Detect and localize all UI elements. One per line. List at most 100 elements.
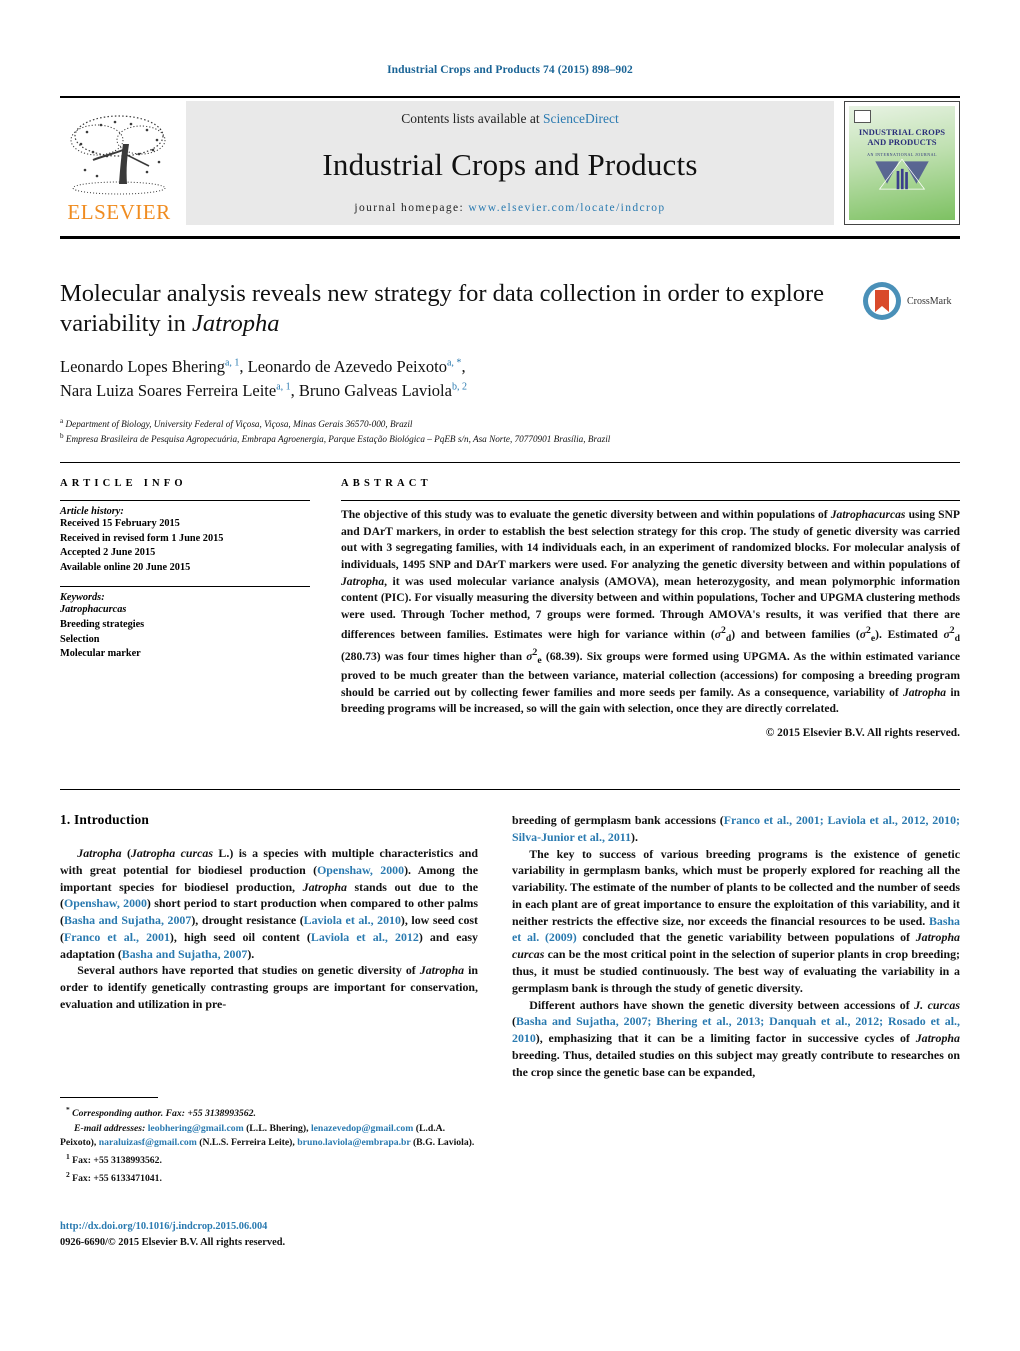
abstract-bottom-rule [60, 789, 960, 790]
abstract-seg: (280.73) was four times higher than [341, 649, 527, 663]
author-name[interactable]: Leonardo Lopes Bhering [60, 357, 225, 376]
keywords-rule [60, 586, 310, 588]
affiliation-text: Department of Biology, University Federa… [65, 418, 413, 429]
citation-link[interactable]: Laviola et al., 2010 [304, 913, 401, 927]
citation-link[interactable]: Basha and Sujatha, 2007 [122, 947, 248, 961]
email-owner: (B.G. Laviola). [412, 1137, 475, 1149]
homepage-url[interactable]: www.elsevier.com/locate/indcrop [468, 202, 665, 214]
paragraph: Several authors have reported that studi… [60, 962, 478, 1012]
author-name[interactable]: Bruno Galveas Laviola [299, 381, 452, 400]
footnote-marker: 2 [66, 1169, 70, 1179]
text-run: Several authors have reported that studi… [77, 963, 420, 978]
italic-term: Jatropha [419, 963, 465, 978]
affiliations: a Department of Biology, University Fede… [60, 416, 850, 448]
masthead-bottom-rule [60, 236, 960, 239]
email-link[interactable]: bruno.laviola@embrapa.br [297, 1137, 410, 1148]
author-name[interactable]: Leonardo de Azevedo Peixoto [248, 357, 447, 376]
abstract-copyright: © 2015 Elsevier B.V. All rights reserved… [765, 727, 960, 740]
crossmark-label: CrossMark [907, 295, 952, 307]
italic-term: Jatropha [302, 879, 347, 894]
abstract-heading: ABSTRACT [341, 478, 432, 489]
abstract-seg: The objective of this study was to evalu… [341, 508, 831, 521]
keyword-item: Selection [60, 633, 100, 645]
affiliation-mark: b [60, 432, 64, 441]
sciencedirect-link[interactable]: ScienceDirect [543, 111, 619, 126]
article-title-block: Molecular analysis reveals new strategy … [60, 279, 850, 447]
text-run: ), emphasizing that it can be a limiting… [535, 1031, 916, 1046]
keyword-item: Jatrophacurcas [60, 604, 127, 616]
variance-sub-d: d [954, 632, 960, 644]
citation-link[interactable]: Laviola et al., 2012 [311, 930, 419, 944]
paper-page: Industrial Crops and Products 74 (2015) … [0, 0, 1020, 1351]
footnote-corresponding-author: * Corresponding author. Fax: +55 3138993… [60, 1104, 478, 1122]
text-run: ), high seed oil content ( [169, 929, 311, 944]
elsevier-logo: ELSEVIER [60, 101, 178, 225]
author-list: Leonardo Lopes Bheringa, 1, Leonardo de … [60, 355, 850, 403]
author-affil-marks: a, 1 [224, 357, 240, 369]
crossmark-badge[interactable]: CrossMark [862, 281, 951, 321]
homepage-label: journal homepage: [354, 202, 465, 214]
citation-link[interactable]: Franco et al., 2001 [64, 930, 170, 944]
footnote-marker: * [66, 1105, 70, 1114]
footnote-text: Fax: +55 3138993562. [72, 1155, 162, 1167]
article-title-main: Molecular analysis reveals new strategy … [60, 280, 824, 337]
email-link[interactable]: leobhering@gmail.com [148, 1123, 244, 1134]
citation-link[interactable]: Openshaw, 2000 [317, 863, 404, 877]
text-run: ), drought resistance ( [191, 913, 304, 928]
paragraph: Different authors have shown the genetic… [512, 997, 960, 1081]
article-info-rule [60, 500, 310, 501]
history-item: Available online 20 June 2015 [60, 561, 191, 573]
article-info-heading: ARTICLE INFO [60, 478, 187, 489]
paragraph: The key to success of various breeding p… [512, 846, 960, 997]
text-run: ). [247, 946, 255, 961]
keyword-item: Breeding strategies [60, 619, 145, 631]
crossmark-icon [863, 282, 901, 320]
text-run: Different authors have shown the genetic… [529, 997, 915, 1012]
page-title: Molecular analysis reveals new strategy … [60, 279, 850, 339]
abstract-seg: ) and between families ( [731, 627, 860, 641]
text-run: ( [121, 846, 131, 860]
text-run: can be the most critical point in the se… [512, 947, 960, 995]
footnote-1: 1 Fax: +55 3138993562. [60, 1151, 478, 1169]
citation-link[interactable]: Openshaw, 2000 [64, 896, 147, 910]
issn-copyright-line: 0926-6690/© 2015 Elsevier B.V. All right… [60, 1236, 286, 1248]
abstract-column: ABSTRACT The objective of this study was… [341, 478, 960, 741]
keyword-item: Molecular marker [60, 648, 141, 660]
text-run: breeding of germplasm bank accessions ( [512, 813, 724, 827]
abstract-species-italic: Jatropha [341, 574, 385, 588]
email-link[interactable]: naraluizasf@gmail.com [99, 1137, 197, 1148]
italic-term: Jatropha [77, 846, 122, 860]
history-item: Accepted 2 June 2015 [60, 547, 156, 559]
body-left-column: 1. Introduction Jatropha (Jatropha curca… [60, 812, 478, 1013]
footnotes-block: * Corresponding author. Fax: +55 3138993… [60, 1104, 478, 1186]
history-item: Received 15 February 2015 [60, 518, 180, 529]
affiliation-text: Empresa Brasileira de Pesquisa Agropecuá… [65, 434, 611, 445]
masthead-top-rule [60, 96, 960, 98]
article-title-italic: Jatropha [192, 309, 280, 337]
body-right-column: breeding of germplasm bank accessions (F… [512, 812, 960, 1081]
doi-link[interactable]: http://dx.doi.org/10.1016/j.indcrop.2015… [60, 1219, 560, 1235]
email-owner: (L.L. Bhering), [246, 1122, 309, 1134]
abstract-species-italic: Jatrophacurcas [830, 508, 906, 521]
info-section-top-rule [60, 462, 960, 463]
elsevier-wordmark: ELSEVIER [67, 200, 171, 224]
email-addresses-label: E-mail addresses: [74, 1122, 146, 1134]
citation-link[interactable]: Basha and Sujatha, 2007 [64, 913, 191, 927]
footnote-rule [60, 1097, 158, 1098]
abstract-text: The objective of this study was to evalu… [341, 507, 960, 741]
text-run: The key to success of various breeding p… [512, 846, 960, 928]
italic-term: Jatropha [915, 1031, 960, 1046]
email-link[interactable]: lenazevedop@gmail.com [311, 1123, 413, 1134]
footer-identifiers: http://dx.doi.org/10.1016/j.indcrop.2015… [60, 1219, 560, 1250]
affiliation-item: b Empresa Brasileira de Pesquisa Agropec… [60, 431, 850, 447]
text-run: breeding. Thus, detailed studies on this… [512, 1047, 960, 1079]
keywords-group: Keywords: Jatrophacurcas Breeding strate… [60, 592, 310, 661]
keywords-label: Keywords: [60, 592, 105, 604]
journal-homepage-line: journal homepage: www.elsevier.com/locat… [354, 202, 665, 214]
footnote-marker: 1 [66, 1151, 70, 1161]
author-name[interactable]: Nara Luiza Soares Ferreira Leite [60, 381, 276, 400]
cover-elsevier-mark-icon [854, 110, 871, 123]
history-item: Received in revised form 1 June 2015 [60, 532, 224, 544]
abstract-rule [341, 500, 960, 501]
journal-cover-thumbnail: INDUSTRIAL CROPS AND PRODUCTS AN INTERNA… [844, 101, 960, 225]
